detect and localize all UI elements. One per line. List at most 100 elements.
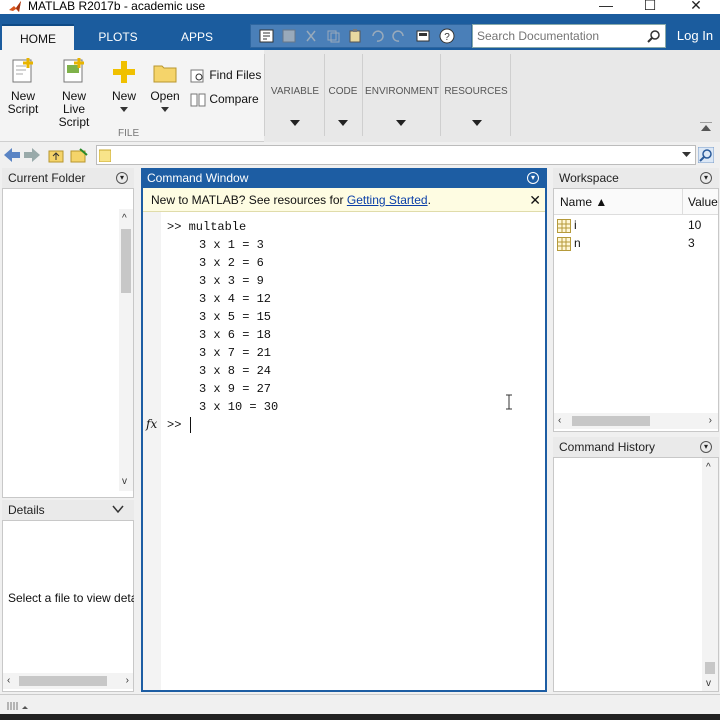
close-button[interactable]: ✕ — [686, 0, 706, 13]
new-live-script-button[interactable]: New Live Script — [46, 58, 102, 129]
search-folder-icon[interactable] — [698, 147, 714, 163]
scroll-right-icon[interactable]: › — [126, 675, 129, 686]
scroll-right-icon[interactable]: › — [709, 415, 712, 426]
cut-icon[interactable] — [303, 28, 319, 44]
scroll-thumb[interactable] — [572, 416, 650, 426]
panel-menu-icon[interactable]: ▾ — [116, 172, 128, 184]
variable-grid-icon — [557, 219, 571, 233]
open-button[interactable]: Open — [148, 58, 182, 116]
horizontal-scrollbar[interactable]: ‹ › — [3, 673, 133, 689]
status-bar — [0, 694, 720, 714]
compare-button[interactable]: Compare — [190, 92, 259, 108]
scroll-up-icon[interactable]: ^ — [122, 213, 127, 224]
maximize-button[interactable]: ☐ — [640, 0, 660, 13]
banner-text: New to MATLAB? See resources for — [151, 193, 347, 207]
section-variable[interactable]: VARIABLE — [268, 86, 322, 97]
details-panel: Select a file to view deta ‹ › — [2, 520, 134, 692]
new-button[interactable]: New — [108, 58, 140, 116]
workspace-row[interactable]: i 10 — [554, 217, 718, 235]
copy-icon[interactable] — [325, 28, 341, 44]
chevron-down-icon[interactable] — [112, 505, 124, 514]
chevron-down-icon[interactable] — [472, 120, 482, 126]
command-window[interactable]: New to MATLAB? See resources for Getting… — [141, 188, 547, 692]
scroll-down-icon[interactable]: v — [706, 678, 711, 689]
help-icon[interactable]: ? — [439, 28, 455, 44]
section-resources[interactable]: RESOURCES — [442, 86, 510, 97]
save-icon[interactable] — [281, 28, 297, 44]
output-line: 3 x 4 = 12 — [199, 292, 272, 306]
text-cursor — [190, 417, 191, 433]
switch-windows-icon[interactable] — [415, 28, 431, 44]
title-bar: MATLAB R2017b - academic use — ☐ ✕ — [0, 0, 720, 14]
current-path-field[interactable] — [96, 145, 696, 165]
scroll-thumb[interactable] — [121, 229, 131, 293]
redo-icon[interactable] — [391, 28, 407, 44]
scroll-up-icon[interactable]: ^ — [706, 462, 711, 473]
tab-apps[interactable]: APPS — [160, 24, 234, 50]
search-input[interactable] — [473, 25, 643, 47]
find-files-icon — [190, 69, 204, 83]
column-name[interactable]: Name ▲ — [560, 195, 607, 209]
panel-menu-icon[interactable]: ▾ — [700, 172, 712, 184]
vertical-scrollbar[interactable]: ^ v — [119, 209, 133, 491]
paste-icon[interactable] — [347, 28, 363, 44]
current-folder-panel: ^ v — [2, 188, 134, 498]
ribbon-separator — [324, 54, 325, 136]
forward-arrow-icon[interactable] — [24, 148, 40, 162]
login-button[interactable]: Log In — [670, 24, 720, 50]
output-line: 3 x 1 = 3 — [199, 238, 264, 252]
panel-menu-icon[interactable]: ▾ — [700, 441, 712, 453]
section-environment[interactable]: ENVIRONMENT — [364, 86, 440, 97]
chevron-down-icon[interactable] — [396, 120, 406, 126]
section-code[interactable]: CODE — [326, 86, 360, 97]
compare-icon — [190, 93, 206, 107]
new-label: New — [111, 89, 136, 103]
current-folder-header: Current Folder — [2, 168, 134, 188]
browse-folder-icon[interactable] — [70, 147, 88, 163]
new-live-script-label-1: New — [61, 89, 86, 103]
toolstrip-tabs: HOME PLOTS APPS ? Log In — [0, 14, 720, 50]
ibeam-cursor-icon — [506, 394, 512, 410]
chevron-down-icon[interactable] — [290, 120, 300, 126]
minimize-button[interactable]: — — [596, 0, 616, 13]
vertical-scrollbar[interactable]: ^ v — [702, 458, 718, 691]
layout-icon[interactable] — [259, 28, 275, 44]
tab-home[interactable]: HOME — [2, 24, 74, 50]
chevron-down-icon — [161, 107, 169, 112]
scroll-thumb[interactable] — [19, 676, 107, 686]
search-icon[interactable] — [647, 29, 661, 43]
tab-plots[interactable]: PLOTS — [80, 24, 156, 50]
up-folder-icon[interactable] — [48, 147, 64, 163]
horizontal-scrollbar[interactable]: ‹ › — [554, 413, 718, 429]
command-window-header: Command Window — [141, 168, 547, 188]
undo-icon[interactable] — [369, 28, 385, 44]
back-arrow-icon[interactable] — [4, 148, 20, 162]
column-value[interactable]: Value — [688, 195, 718, 209]
status-grip-icon[interactable] — [6, 701, 28, 711]
collapse-ribbon-icon[interactable] — [700, 122, 712, 132]
new-script-label-2: Script — [7, 102, 39, 116]
banner-period: . — [427, 193, 431, 207]
close-banner-icon[interactable]: ✕ — [529, 188, 541, 212]
variable-value: 10 — [688, 218, 702, 232]
folder-open-icon — [153, 65, 177, 83]
new-script-button[interactable]: New Script — [6, 58, 40, 116]
fx-icon[interactable]: fx — [146, 417, 157, 431]
details-title: Details — [8, 503, 45, 517]
scroll-down-icon[interactable]: v — [122, 476, 127, 487]
chevron-down-icon — [120, 107, 128, 112]
scroll-left-icon[interactable]: ‹ — [7, 675, 10, 686]
window-title: MATLAB R2017b - academic use — [28, 0, 206, 13]
getting-started-link[interactable]: Getting Started — [347, 193, 428, 207]
find-files-button[interactable]: Find Files — [190, 68, 261, 84]
variable-name: i — [574, 218, 577, 232]
scroll-thumb[interactable] — [705, 662, 715, 674]
workspace-row[interactable]: n3 — [554, 235, 718, 253]
chevron-down-icon[interactable] — [682, 152, 691, 158]
scroll-left-icon[interactable]: ‹ — [558, 415, 561, 426]
find-files-label: Find Files — [209, 68, 262, 83]
command-history-panel: ^ v — [553, 457, 719, 692]
ribbon: New Script New Live Script New Open Find… — [0, 50, 720, 142]
panel-menu-icon[interactable]: ▾ — [527, 172, 539, 184]
chevron-down-icon[interactable] — [338, 120, 348, 126]
